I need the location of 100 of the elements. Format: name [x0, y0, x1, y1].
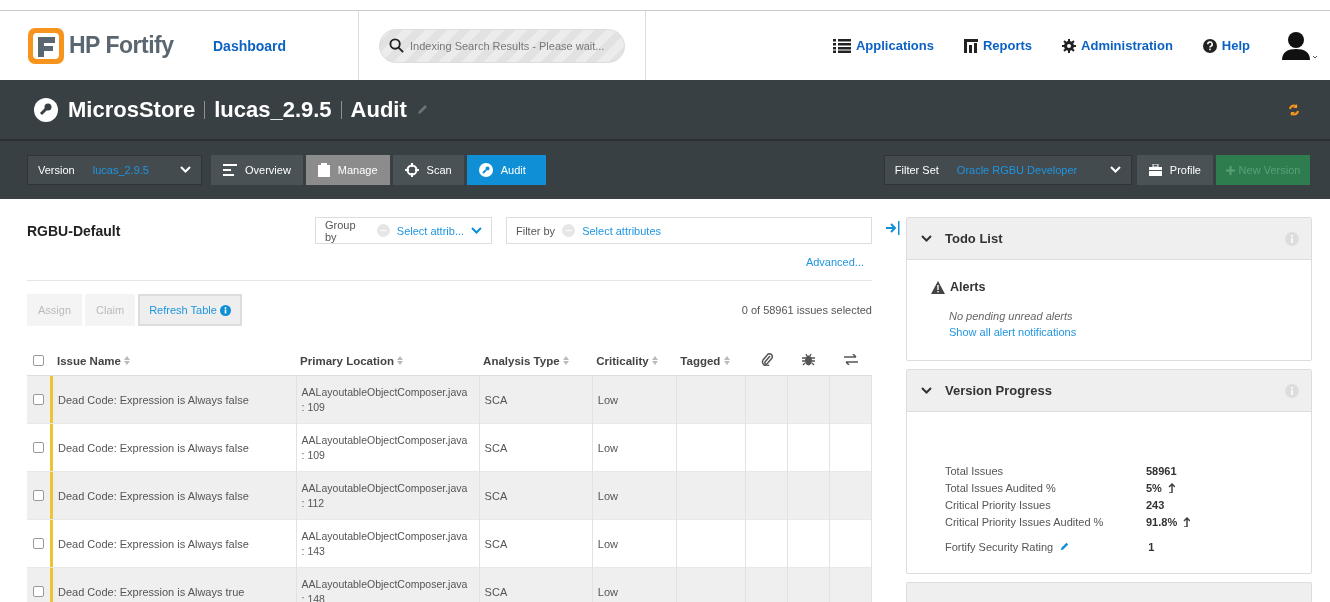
crosshair-icon [404, 163, 419, 177]
profile-button[interactable]: Profile [1136, 155, 1213, 185]
version-name: lucas_2.9.5 [214, 96, 332, 123]
column-header[interactable]: Issue Name [53, 346, 297, 376]
panel-header[interactable]: Version Progress [907, 370, 1311, 412]
list-icon [832, 38, 851, 53]
criticality: Low [597, 489, 618, 502]
sort-icon [723, 355, 730, 365]
audit-logo-icon [33, 96, 59, 123]
toolbar-tab[interactable]: Audit [466, 155, 546, 185]
align-left-icon [223, 164, 237, 176]
line-number: : 109 [301, 399, 326, 415]
criticality: Low [597, 585, 618, 598]
stat-value: 91.8% [1146, 515, 1178, 528]
panel-header[interactable]: Todo List [907, 218, 1311, 260]
warning-icon [931, 280, 945, 294]
stat-label: Critical Priority Issues [945, 498, 1052, 511]
analysis-type: SCA [484, 585, 508, 598]
line-number: : 143 [301, 543, 326, 559]
stat-label: Fortify Security Rating [945, 540, 1054, 553]
file-name: AALayoutableObjectComposer.java [301, 384, 469, 400]
collapse-panel-icon[interactable] [886, 221, 900, 235]
clipboard-icon [317, 163, 330, 177]
file-name: AALayoutableObjectComposer.java [301, 480, 469, 496]
column-header[interactable]: Criticality [592, 346, 677, 376]
column-header[interactable]: Primary Location [296, 346, 480, 376]
criticality: Low [597, 537, 618, 550]
swap-arrows-icon[interactable] [843, 354, 858, 365]
criticality: Low [597, 441, 618, 454]
issue-name: Dead Code: Expression is Always false [58, 537, 249, 550]
info-icon [219, 304, 231, 316]
application-name: MicrosStore [68, 96, 196, 123]
line-number: : 109 [301, 447, 326, 463]
settings-icon [1062, 38, 1077, 53]
empty-alerts-message: No pending unread alerts [949, 310, 1074, 322]
nav-link[interactable]: Reports [963, 38, 1033, 53]
audit-icon [478, 163, 493, 177]
filter-by-field[interactable]: Filter by Select attributes [506, 217, 872, 244]
bar-chart-icon [963, 38, 978, 53]
criticality: Low [597, 393, 618, 406]
sort-icon [562, 355, 569, 365]
issue-name: Dead Code: Expression is Always false [58, 489, 249, 502]
briefcase-icon [1148, 164, 1162, 176]
fortify-logo-icon [27, 26, 65, 65]
row-checkbox[interactable] [33, 538, 44, 549]
issue-name: Dead Code: Expression is Always false [58, 393, 249, 406]
row-checkbox[interactable] [33, 586, 44, 597]
pencil-icon[interactable] [1059, 541, 1070, 552]
issue-template-title: RGBU-Default [27, 222, 122, 239]
chevron-icon [921, 234, 932, 243]
row-checkbox[interactable] [33, 490, 44, 501]
user-avatar-icon[interactable] [1282, 30, 1318, 61]
row-checkbox[interactable] [33, 442, 44, 453]
page-title: Audit [350, 96, 407, 123]
version-select[interactable]: Version lucas_2.9.5 [27, 155, 202, 185]
sort-icon [397, 355, 404, 365]
chevron-down-icon [180, 166, 191, 174]
search-field[interactable]: Indexing Search Results - Please wait... [379, 28, 625, 63]
help-icon [1202, 38, 1217, 53]
alerts-title: Alerts [950, 280, 986, 294]
minus-circle-icon [562, 224, 576, 237]
toolbar-tab[interactable]: Overview [211, 155, 303, 185]
pencil-icon[interactable] [415, 103, 428, 116]
paperclip-icon[interactable] [760, 353, 773, 366]
stat-value: 5% [1146, 481, 1162, 494]
chevron-icon [921, 386, 932, 395]
stat-label: Total Issues [945, 464, 1005, 477]
analysis-type: SCA [484, 489, 508, 502]
file-name: AALayoutableObjectComposer.java [301, 432, 469, 448]
refresh-icon[interactable] [1288, 103, 1300, 116]
stat-value: 58961 [1146, 464, 1177, 477]
select-all-checkbox[interactable] [33, 355, 44, 366]
minus-circle-icon [376, 224, 390, 237]
stat-label: Total Issues Audited % [945, 481, 1057, 494]
analysis-type: SCA [484, 441, 508, 454]
filter-set-select[interactable]: Filter Set Oracle RGBU Developer [883, 155, 1132, 185]
analysis-type: SCA [484, 393, 508, 406]
column-header[interactable]: Tagged [676, 346, 746, 376]
line-number: : 148 [301, 591, 326, 602]
bug-icon[interactable] [802, 353, 815, 366]
nav-link[interactable]: Administration [1062, 38, 1173, 53]
line-number: : 112 [301, 495, 326, 511]
analysis-type: SCA [484, 537, 508, 550]
toolbar-tab[interactable]: Scan [392, 155, 464, 185]
group-by-select[interactable]: Group by Select attrib... [315, 217, 492, 244]
column-header[interactable]: Analysis Type [479, 346, 593, 376]
nav-link[interactable]: Applications [832, 38, 934, 53]
file-name: AALayoutableObjectComposer.java [301, 528, 469, 544]
plus-icon [1225, 165, 1235, 175]
issue-name: Dead Code: Expression is Always true [58, 585, 245, 598]
dashboard-link[interactable]: Dashboard [213, 37, 358, 54]
stat-value: 243 [1146, 498, 1165, 511]
issue-name: Dead Code: Expression is Always false [58, 441, 249, 454]
brand-name: HP Fortify [69, 32, 174, 59]
sort-icon [124, 355, 131, 365]
selection-count: 0 of 58961 issues selected [741, 304, 872, 316]
nav-link[interactable]: Help [1202, 38, 1250, 53]
file-name: AALayoutableObjectComposer.java [301, 576, 469, 592]
chevron-down-icon [1109, 166, 1121, 174]
row-checkbox[interactable] [33, 394, 44, 405]
